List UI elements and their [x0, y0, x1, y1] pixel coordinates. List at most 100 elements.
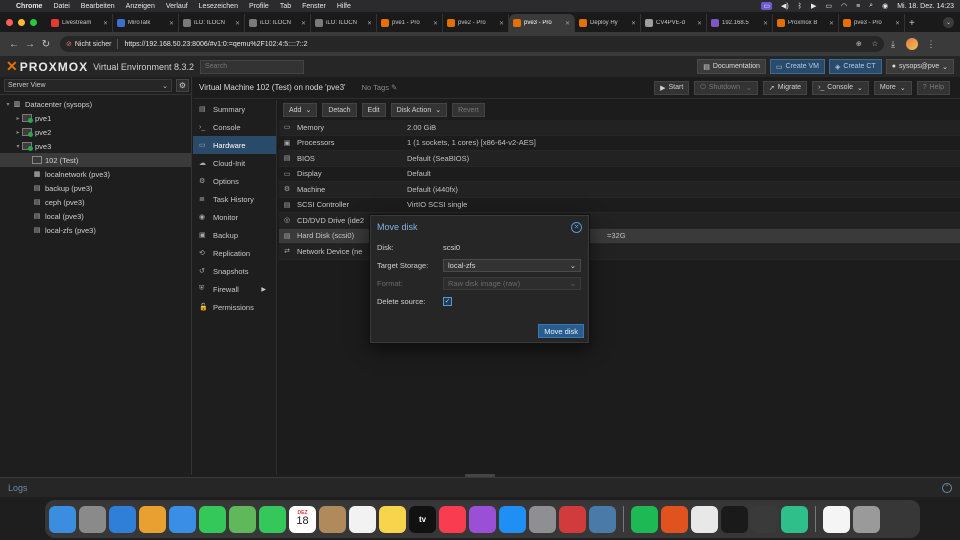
browser-tab[interactable]: pve2 - Pro ✕: [443, 14, 509, 32]
tree-node-network[interactable]: ▦ localnetwork (pve3): [0, 167, 191, 181]
browser-tab[interactable]: pve1 - Pro ✕: [377, 14, 443, 32]
menu-item[interactable]: Datei: [53, 3, 69, 10]
submenu-item-summary[interactable]: ▤ Summary: [193, 100, 276, 118]
dock-launchpad-icon[interactable]: [79, 505, 106, 533]
menubar-clock[interactable]: Mi. 18. Dez. 14:23: [897, 3, 954, 10]
dock-reminders-icon[interactable]: [349, 505, 376, 533]
tree-node-server[interactable]: ▾ pve3: [0, 139, 191, 153]
battery-icon[interactable]: ▭: [825, 2, 832, 10]
bluetooth-icon[interactable]: ᛒ: [798, 3, 802, 10]
browser-tab[interactable]: iLO: ILOCN ✕: [245, 14, 311, 32]
browser-tab[interactable]: MiroTalk ✕: [113, 14, 179, 32]
tab-search-icon[interactable]: ⌄: [943, 16, 954, 28]
add-button[interactable]: Add ⌄: [283, 103, 318, 117]
hardware-row[interactable]: ▣ Processors 1 (1 sockets, 1 cores) [x86-6…: [279, 136, 960, 151]
menu-item[interactable]: Profile: [249, 3, 269, 10]
dock-terminal-icon[interactable]: [721, 505, 748, 533]
browser-tab[interactable]: iLO: ILOCN ✕: [311, 14, 377, 32]
format-select[interactable]: Raw disk image (raw) ⌄: [443, 276, 581, 290]
pencil-icon[interactable]: ✎: [391, 83, 397, 92]
download-icon[interactable]: ⤓: [884, 39, 902, 50]
menu-item[interactable]: Tab: [280, 3, 291, 10]
tree-toggle-icon[interactable]: ▾: [14, 143, 22, 150]
reload-icon[interactable]: ↻: [38, 39, 54, 50]
browser-tab[interactable]: Proxmox B ✕: [773, 14, 839, 32]
detach-button[interactable]: Detach: [322, 103, 357, 117]
hardware-row[interactable]: ⚙ Machine Default (i440fx): [279, 182, 960, 198]
dock-authy-icon[interactable]: [559, 505, 586, 533]
minimize-window-button[interactable]: [18, 18, 25, 26]
revert-button[interactable]: Revert: [452, 103, 485, 117]
browser-tab[interactable]: CV4PVE-d ✕: [641, 14, 707, 32]
dock-tv-icon[interactable]: tv: [409, 505, 436, 533]
search-input[interactable]: [199, 59, 304, 74]
volume-icon[interactable]: ◀): [781, 2, 789, 10]
close-tab-icon[interactable]: ✕: [367, 20, 372, 27]
dock-app-store-icon[interactable]: [499, 505, 526, 533]
menu-app-name[interactable]: Chrome: [16, 3, 42, 10]
tree-node-server[interactable]: ▸ pve2: [0, 125, 191, 139]
dock-notes-icon[interactable]: [379, 505, 406, 533]
back-arrow-icon[interactable]: ←: [6, 39, 22, 50]
tree-node-storage[interactable]: ▤ local-zfs (pve3): [0, 223, 191, 237]
dock-messages-icon[interactable]: [199, 505, 226, 533]
tree-node-storage[interactable]: ▤ ceph (pve3): [0, 195, 191, 209]
search-icon[interactable]: ⌕: [869, 2, 873, 10]
gear-icon[interactable]: ⚙: [176, 79, 189, 92]
dock-photos-icon[interactable]: [139, 505, 166, 533]
play-icon[interactable]: ▶: [811, 2, 816, 10]
dock-facetime-icon[interactable]: [259, 505, 286, 533]
more-button[interactable]: More ⌄: [873, 80, 912, 95]
user-menu-button[interactable]: ● sysops@pve ⌄: [885, 59, 954, 74]
dock-calculator-icon[interactable]: [751, 505, 778, 533]
tree-node-server[interactable]: ▸ pve1: [0, 111, 191, 125]
delete-source-checkbox[interactable]: ✓: [443, 296, 452, 306]
dock-document-icon[interactable]: [823, 505, 850, 533]
tree-node-datacenter[interactable]: ▾ ▥ Datacenter (sysops): [0, 97, 191, 111]
screen-share-icon[interactable]: ▭: [761, 2, 773, 10]
close-tab-icon[interactable]: ✕: [301, 20, 306, 27]
hardware-row[interactable]: ▤ SCSI Controller VirtIO SCSI single: [279, 198, 960, 213]
browser-tab[interactable]: pve3 - Pro ✕: [509, 14, 575, 32]
chevron-right-icon[interactable]: ▶: [261, 286, 266, 293]
menu-item[interactable]: Verlauf: [166, 3, 188, 10]
security-indicator[interactable]: ⊘ Nicht sicher: [66, 40, 111, 49]
address-bar[interactable]: ⊘ Nicht sicher https://192.168.50.23:8006…: [60, 36, 884, 52]
start-button[interactable]: ▶ Start: [654, 80, 690, 95]
dock-finder-icon[interactable]: [49, 505, 76, 533]
dock-contacts-icon[interactable]: [319, 505, 346, 533]
logs-panel-bar[interactable]: Logs ⌃: [0, 477, 960, 497]
tree-toggle-icon[interactable]: ▸: [14, 129, 22, 136]
tree-node-storage[interactable]: ▤ local (pve3): [0, 209, 191, 223]
dock-safari-icon[interactable]: [109, 505, 136, 533]
submenu-item-snapshots[interactable]: ↺ Snapshots: [193, 262, 276, 280]
dock-music-icon[interactable]: [439, 505, 466, 533]
control-center-icon[interactable]: ≡: [856, 3, 860, 10]
close-window-button[interactable]: [6, 18, 13, 26]
close-tab-icon[interactable]: ✕: [169, 20, 174, 27]
dock-mail-icon[interactable]: [169, 505, 196, 533]
forward-arrow-icon[interactable]: →: [22, 39, 38, 50]
dock-proxyman-icon[interactable]: [589, 505, 616, 533]
close-icon[interactable]: ✕: [571, 221, 582, 233]
dock-maps-icon[interactable]: [229, 505, 256, 533]
browser-tab[interactable]: 192.168.5 ✕: [707, 14, 773, 32]
server-view-select[interactable]: Server View ⌄: [4, 79, 172, 92]
dock-podcasts-icon[interactable]: [469, 505, 496, 533]
edit-button[interactable]: Edit: [361, 103, 386, 117]
submenu-item-backup[interactable]: ▣ Backup: [193, 226, 276, 244]
hardware-row[interactable]: ▭ Display Default: [279, 167, 960, 182]
chrome-menu-icon[interactable]: ⋮: [922, 39, 940, 50]
close-tab-icon[interactable]: ✕: [103, 20, 108, 27]
new-tab-button[interactable]: +: [905, 14, 919, 32]
submenu-item-options[interactable]: ⚙ Options: [193, 172, 276, 190]
tree-node-storage[interactable]: ▤ backup (pve3): [0, 181, 191, 195]
menu-item[interactable]: Hilfe: [337, 3, 351, 10]
shutdown-button[interactable]: ⏻ Shutdown ⌄: [694, 80, 758, 95]
zoom-icon[interactable]: ⊕: [856, 40, 862, 48]
create-ct-button[interactable]: ◈ Create CT: [829, 59, 882, 74]
help-button[interactable]: ? Help: [916, 80, 950, 95]
submenu-item-permissions[interactable]: 🔓 Permissions: [193, 298, 276, 316]
menu-item[interactable]: Lesezeichen: [199, 3, 238, 10]
documentation-button[interactable]: ▤ Documentation: [697, 59, 766, 74]
